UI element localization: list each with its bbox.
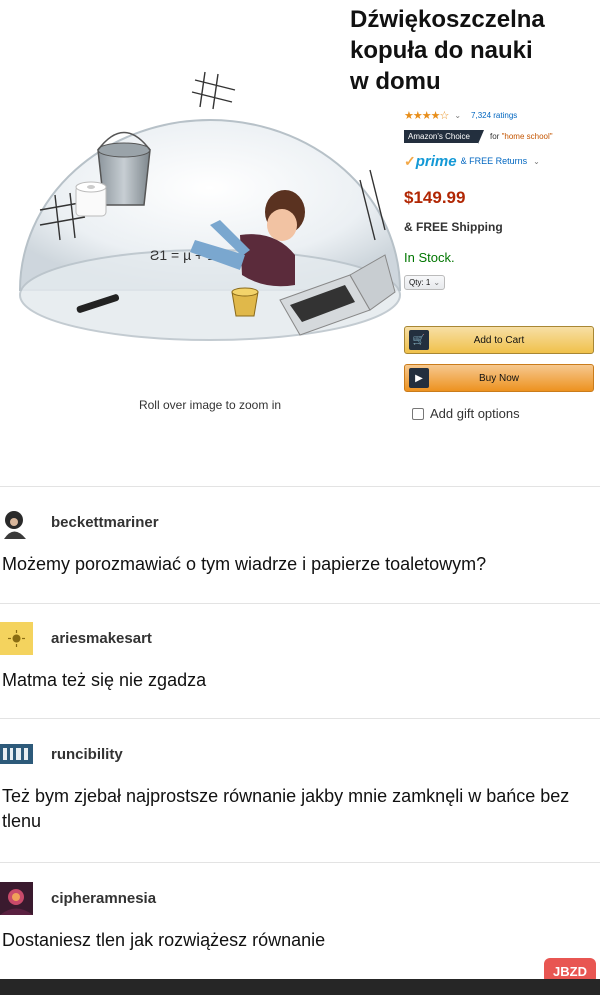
username[interactable]: beckettmariner (51, 514, 159, 531)
choice-search-term[interactable]: "home school" (502, 132, 553, 141)
divider (0, 718, 600, 719)
choice-for-text: for "home school" (490, 132, 553, 141)
overlay-title-line: kopuła do nauki (350, 37, 533, 64)
chevron-down-icon[interactable]: ⌄ (533, 157, 540, 166)
prime-logo: prime (415, 152, 457, 170)
quantity-select[interactable]: Qty: 1 ⌄ (404, 275, 446, 290)
amazons-choice-badge: Amazon's Choice (404, 129, 484, 144)
bottom-bar (0, 979, 600, 995)
chevron-down-icon: ⌄ (433, 278, 441, 287)
rating-stars-icon: ★★★★☆ (404, 109, 449, 122)
add-to-cart-label: Add to Cart (473, 334, 525, 346)
gift-options[interactable]: Add gift options (412, 406, 520, 421)
comment-text: Matma też się nie zgadza (2, 670, 207, 690)
product-image[interactable]: Ƨ1 = µ + 1 (10, 60, 410, 390)
comment: ariesmakesart Matma też się nie zgadza (0, 620, 600, 693)
buy-now-button[interactable]: ▶ Buy Now (404, 364, 594, 392)
price: $149.99 (404, 188, 466, 207)
play-icon: ▶ (409, 368, 429, 388)
comment-text: Dostaniesz tlen jak rozwiążesz równanie (2, 930, 326, 950)
username[interactable]: cipheramnesia (51, 890, 156, 907)
quantity-value: Qty: 1 (409, 278, 431, 287)
gift-options-label: Add gift options (430, 406, 520, 421)
ratings-count[interactable]: 7,324 ratings (471, 111, 517, 120)
prime-check-icon: ✓ (404, 152, 416, 169)
overlay-title: Dźwiękoszczelna kopuła do nauki w domu (350, 4, 600, 97)
comment-header: runcibility (0, 736, 600, 772)
free-returns-link[interactable]: & FREE Returns (461, 156, 528, 166)
stock-status: In Stock. (404, 250, 455, 265)
username[interactable]: ariesmakesart (51, 630, 152, 647)
divider (0, 486, 600, 487)
dome-illustration: Ƨ1 = µ + 1 (18, 71, 402, 341)
divider (0, 862, 600, 863)
cart-icon: 🛒 (409, 330, 429, 350)
divider (0, 603, 600, 604)
zoom-caption: Roll over image to zoom in (138, 398, 282, 412)
avatar[interactable] (0, 621, 33, 655)
rating-row[interactable]: ★★★★☆ ⌄ 7,324 ratings (404, 106, 598, 124)
avatar[interactable] (0, 505, 33, 539)
prime-row: ✓ prime & FREE Returns ⌄ (404, 152, 598, 170)
free-shipping: & FREE Shipping (404, 220, 503, 234)
comment: beckettmariner Możemy porozmawiać o tym … (0, 504, 600, 577)
gift-checkbox[interactable] (412, 407, 424, 420)
overlay-title-line: Dźwiękoszczelna (350, 6, 545, 33)
comment-header: beckettmariner (0, 504, 600, 540)
avatar[interactable] (0, 737, 33, 771)
username[interactable]: runcibility (51, 746, 123, 763)
comment-text: Też bym zjebał najprostsze równanie jakb… (2, 786, 570, 831)
buy-box: ★★★★☆ ⌄ 7,324 ratings Amazon's Choice fo… (404, 106, 598, 421)
comment-text: Możemy porozmawiać o tym wiadrze i papie… (2, 554, 487, 574)
overlay-title-line: w domu (350, 68, 441, 95)
amazons-choice-row: Amazon's Choice for "home school" (404, 128, 598, 144)
comment-header: cipheramnesia (0, 880, 600, 916)
add-to-cart-button[interactable]: 🛒 Add to Cart (404, 326, 594, 354)
comment: runcibility Też bym zjebał najprostsze r… (0, 736, 600, 834)
avatar[interactable] (0, 881, 33, 915)
chevron-down-icon[interactable]: ⌄ (454, 111, 461, 120)
choice-for-label: for (490, 131, 502, 141)
comment-header: ariesmakesart (0, 620, 600, 656)
buy-now-label: Buy Now (478, 372, 519, 384)
product-section: Ƨ1 = µ + 1 Roll over image to zoom in Dź… (0, 0, 600, 486)
comment: cipheramnesia Dostaniesz tlen jak rozwią… (0, 880, 600, 953)
